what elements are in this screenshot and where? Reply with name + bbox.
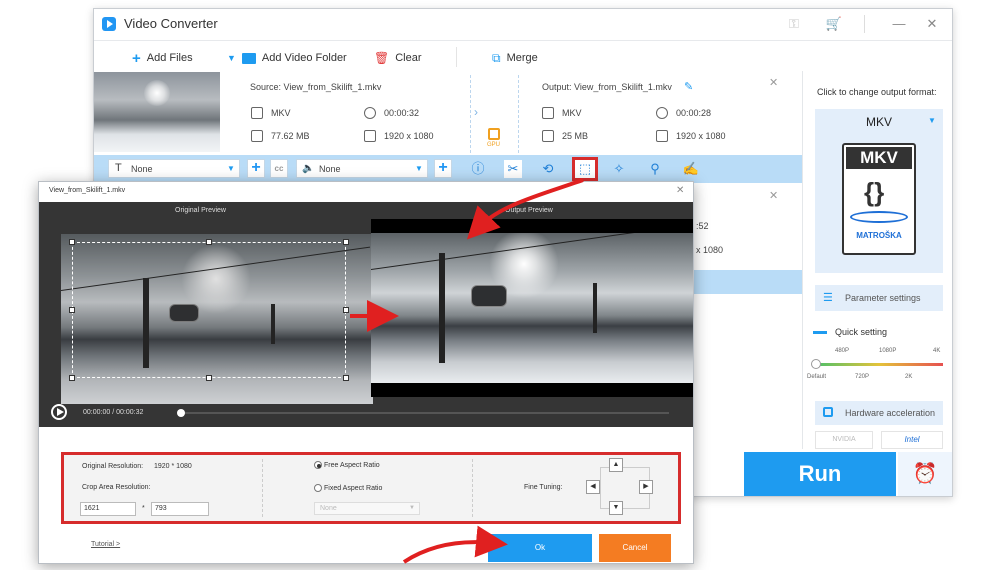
annotation-overlay (350, 178, 584, 564)
annotation-arrow-to-ok (402, 525, 508, 564)
annotation-arrow-to-preview (466, 178, 584, 240)
